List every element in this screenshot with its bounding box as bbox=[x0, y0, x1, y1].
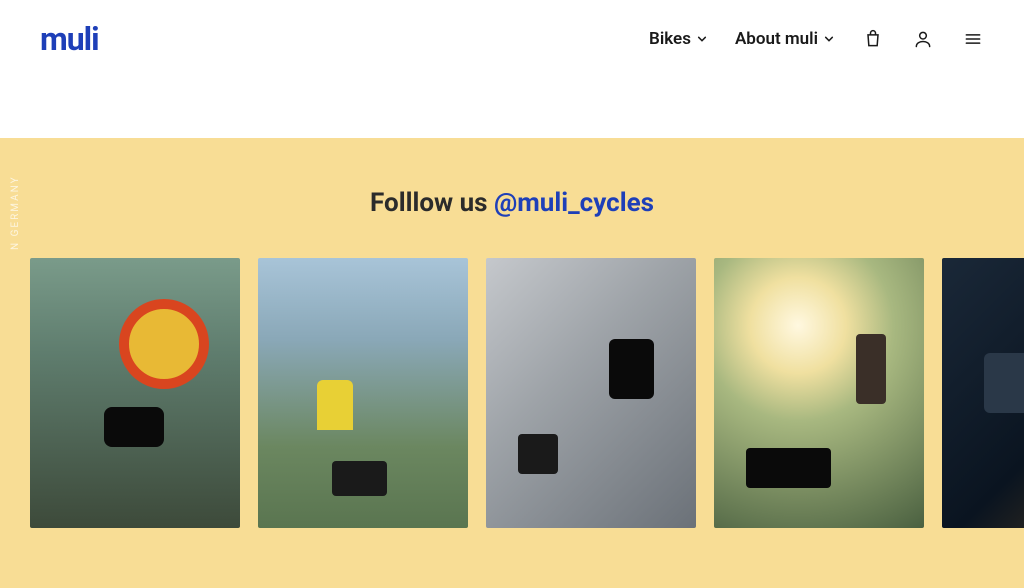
user-icon bbox=[913, 29, 933, 49]
follow-prefix: Folllow us bbox=[370, 188, 494, 218]
chevron-down-icon bbox=[824, 34, 834, 44]
main-nav: Bikes About muli bbox=[649, 28, 984, 50]
gallery-image[interactable] bbox=[258, 258, 468, 528]
hamburger-icon bbox=[963, 29, 983, 49]
brand-logo[interactable]: muli bbox=[40, 20, 99, 58]
gallery-image[interactable] bbox=[486, 258, 696, 528]
cart-button[interactable] bbox=[862, 28, 884, 50]
nav-about[interactable]: About muli bbox=[735, 29, 834, 49]
nav-about-label: About muli bbox=[735, 29, 818, 49]
gallery-image[interactable] bbox=[30, 258, 240, 528]
shopping-bag-icon bbox=[863, 29, 883, 49]
gallery-image[interactable] bbox=[714, 258, 924, 528]
menu-button[interactable] bbox=[962, 28, 984, 50]
follow-heading: Folllow us @muli_cycles bbox=[0, 188, 1024, 218]
instagram-gallery bbox=[0, 258, 1024, 528]
side-label: N GERMANY bbox=[10, 175, 21, 250]
gallery-image[interactable] bbox=[942, 258, 1024, 528]
site-header: muli Bikes About muli bbox=[0, 0, 1024, 78]
nav-bikes-label: Bikes bbox=[649, 29, 691, 49]
account-button[interactable] bbox=[912, 28, 934, 50]
nav-bikes[interactable]: Bikes bbox=[649, 29, 707, 49]
instagram-handle-link[interactable]: @muli_cycles bbox=[494, 188, 654, 218]
follow-section: Folllow us @muli_cycles N GERMANY bbox=[0, 138, 1024, 588]
chevron-down-icon bbox=[697, 34, 707, 44]
